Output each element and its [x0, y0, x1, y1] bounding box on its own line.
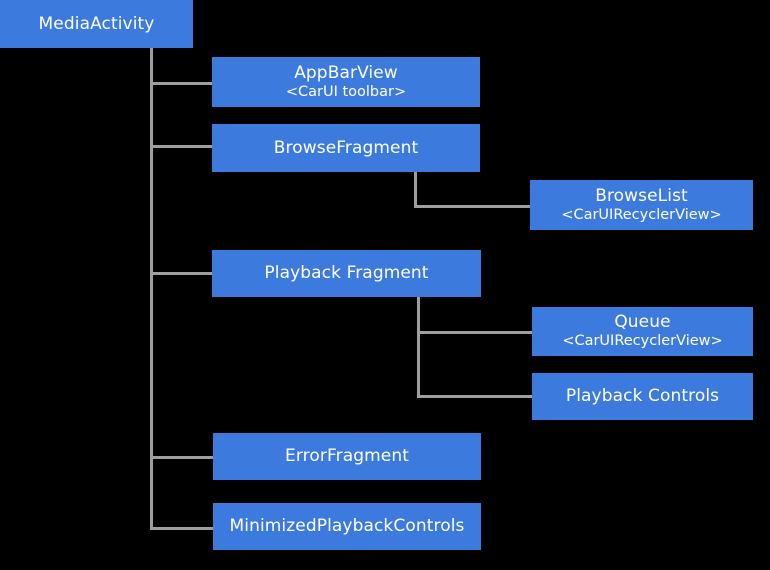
node-queue[interactable]: Queue <CarUIRecyclerView> [532, 307, 753, 356]
connector-playback-fragment-drop [417, 297, 420, 398]
connector-media-activity-to-browse-fragment [150, 145, 214, 148]
node-minimized-playback-controls[interactable]: MinimizedPlaybackControls [213, 503, 481, 550]
connector-media-activity-to-app-bar-view [150, 82, 214, 85]
node-app-bar-view-title: AppBarView [294, 62, 398, 83]
node-app-bar-view[interactable]: AppBarView <CarUI toolbar> [212, 57, 480, 107]
node-playback-fragment-title: Playback Fragment [264, 263, 429, 284]
node-error-fragment[interactable]: ErrorFragment [213, 433, 481, 480]
connector-media-activity-to-error-fragment [150, 456, 215, 459]
connector-playback-fragment-to-playback-controls [417, 395, 533, 398]
node-browse-list[interactable]: BrowseList <CarUIRecyclerView> [530, 180, 753, 230]
connector-media-activity-to-minimized-playback-controls [150, 527, 215, 530]
node-queue-subtitle: <CarUIRecyclerView> [562, 333, 723, 350]
node-media-activity-title: MediaActivity [38, 13, 155, 34]
node-browse-list-title: BrowseList [595, 185, 688, 206]
connector-playback-fragment-to-queue [417, 331, 533, 334]
node-playback-controls-title: Playback Controls [565, 386, 720, 407]
connector-media-activity-to-playback-fragment [150, 272, 214, 275]
node-playback-controls[interactable]: Playback Controls [532, 373, 753, 420]
node-queue-title: Queue [614, 312, 671, 333]
node-error-fragment-title: ErrorFragment [285, 446, 409, 467]
node-app-bar-view-subtitle: <CarUI toolbar> [285, 83, 407, 100]
node-media-activity[interactable]: MediaActivity [0, 0, 193, 48]
node-playback-fragment[interactable]: Playback Fragment [212, 250, 481, 297]
node-minimized-playback-controls-title: MinimizedPlaybackControls [229, 516, 465, 537]
connector-browse-fragment-to-browse-list [414, 205, 532, 208]
diagram-canvas: MediaActivity AppBarView <CarUI toolbar>… [0, 0, 770, 570]
connector-browse-fragment-drop [414, 171, 417, 208]
node-browse-fragment-title: BrowseFragment [273, 137, 419, 158]
node-browse-fragment[interactable]: BrowseFragment [212, 124, 480, 172]
node-browse-list-subtitle: <CarUIRecyclerView> [561, 206, 722, 223]
